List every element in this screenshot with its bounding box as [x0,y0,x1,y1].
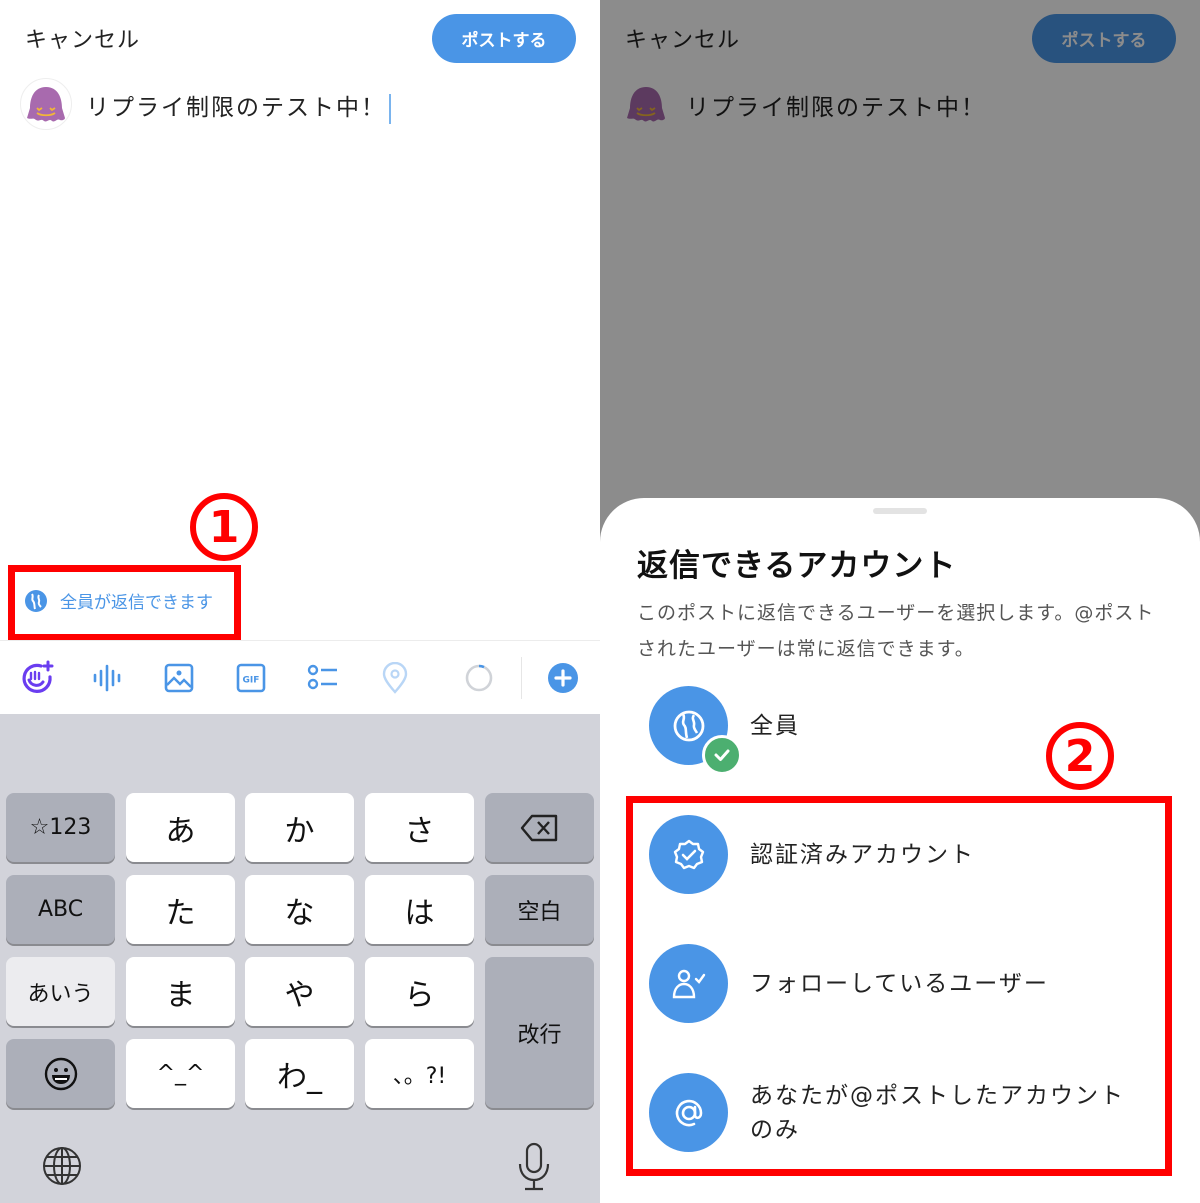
text-caret [389,93,391,124]
key-ta[interactable]: た [126,875,235,944]
option-icon-circle [649,686,742,775]
location-button[interactable] [376,659,414,697]
key-symbols[interactable]: ☆123 [6,793,115,862]
globe-icon [43,1147,81,1185]
toolbar-divider [521,657,522,699]
key-enter[interactable]: 改行 [485,957,594,1108]
character-counter [460,659,498,697]
voice-button[interactable] [88,659,126,697]
key-ya[interactable]: や [245,957,354,1026]
key-space[interactable]: 空白 [485,875,594,944]
japanese-keyboard: ☆123 あ か さ ABC た な は 空白 あいう ま や ら 改行 ^_^… [0,714,600,1203]
reply-setting-button[interactable]: 全員が返信できます [24,588,213,613]
sheet-description: このポストに返信できるユーザーを選択します。@ポストされたユーザーは常に返信でき… [637,602,1155,660]
compose-screen: キャンセル ポストする リプライ制限のテスト中！ 1 全員が返信できます GIF… [0,0,600,1203]
key-emoji[interactable] [6,1039,115,1108]
sheet-title: 返信できるアカウント [637,548,957,584]
language-switch-button[interactable] [42,1146,82,1186]
emoji-icon [44,1057,77,1090]
add-thread-icon [548,663,578,693]
backspace-icon [520,814,557,841]
post-button[interactable]: ポストする [432,14,576,63]
poll-icon [307,664,337,690]
key-punctuation[interactable]: 、。?! [365,1039,474,1108]
key-na[interactable]: な [245,875,354,944]
microphone-icon [518,1142,550,1191]
compose-toolbar: GIF [0,640,600,714]
key-a[interactable]: あ [126,793,235,862]
key-wa[interactable]: わ_ [245,1039,354,1108]
key-ka[interactable]: か [245,793,354,862]
gif-button[interactable]: GIF [232,659,270,697]
voice-icon [93,664,121,692]
option-everyone[interactable]: 全員 [649,686,800,775]
grok-button[interactable] [18,659,56,697]
dictation-button[interactable] [516,1142,552,1192]
key-kana-mode[interactable]: あいう [6,957,115,1026]
image-button[interactable] [160,659,198,697]
key-ma[interactable]: ま [126,957,235,1026]
add-thread-button[interactable] [544,659,582,697]
tweet-text: リプライ制限のテスト中！ [86,95,386,121]
reply-setting-label: 全員が返信できます [60,593,213,613]
key-ra[interactable]: ら [365,957,474,1026]
annotation-step-2: 2 [1046,722,1114,790]
annotation-step-1: 1 [190,493,258,561]
reply-settings-screen: キャンセル ポストする リプライ制限のテスト中！ 返信できるアカウント このポス… [600,0,1200,1203]
key-backspace[interactable] [485,793,594,862]
image-icon [164,663,194,693]
sheet-drag-handle[interactable] [873,508,927,514]
poll-button[interactable] [304,659,342,697]
key-abc[interactable]: ABC [6,875,115,944]
cancel-button[interactable]: キャンセル [25,22,140,54]
key-sa[interactable]: さ [365,793,474,862]
globe-icon [25,589,47,612]
gif-label: GIF [243,676,260,686]
key-kaomoji[interactable]: ^_^ [126,1039,235,1108]
annotation-box-2 [626,796,1172,1176]
tweet-text-input[interactable]: リプライ制限のテスト中！ [86,88,391,124]
selected-check-badge [702,735,742,775]
key-ha[interactable]: は [365,875,474,944]
avatar[interactable] [20,78,72,130]
gif-icon: GIF [236,663,266,693]
check-icon [714,749,730,761]
grok-icon [22,660,54,693]
globe-icon [673,710,704,741]
ghost-avatar-icon [27,87,65,122]
option-label: 全員 [750,712,800,739]
character-count-icon [465,664,493,692]
location-icon [382,662,408,694]
